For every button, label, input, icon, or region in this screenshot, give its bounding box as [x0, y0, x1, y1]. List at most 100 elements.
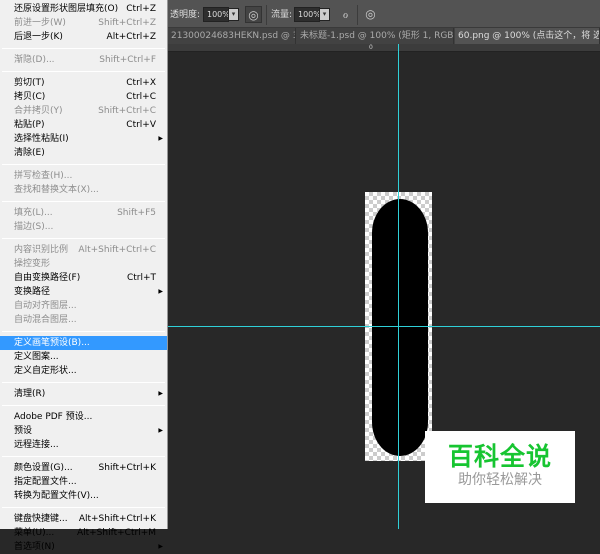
menu-item-label: 清除(E) [14, 148, 45, 158]
menu-item-shortcut: Alt+Shift+Ctrl+M [76, 528, 156, 538]
menu-item[interactable]: 自由变换路径(F) Ctrl+T [0, 271, 167, 285]
tab-document-2[interactable]: 未标题-1.psd @ 100% (矩形 1, RGB/...× [297, 28, 454, 44]
flow-dropdown-button[interactable]: ▾ [319, 8, 330, 21]
menu-item-shortcut: Alt+Ctrl+Z [106, 32, 156, 42]
pressure-opacity-icon[interactable]: ◎ [245, 6, 262, 23]
menu-item[interactable]: 菜单(U)... Alt+Shift+Ctrl+M [0, 526, 167, 540]
menu-item[interactable]: 定义图案... [0, 350, 167, 364]
menu-separator [2, 48, 165, 49]
menu-item-label: 自动混合图层... [14, 315, 77, 325]
menu-item[interactable]: 清除(E) [0, 146, 167, 160]
menu-item[interactable]: 内容识别比例 Alt+Shift+Ctrl+C [0, 243, 167, 257]
menu-item[interactable]: 查找和替换文本(X)... [0, 183, 167, 197]
menu-item[interactable]: 变换路径 ▶ [0, 285, 167, 299]
menu-item-label: 剪切(T) [14, 78, 45, 88]
opacity-label: 透明度: [170, 10, 201, 20]
menu-item-shortcut: Ctrl+T [126, 273, 156, 283]
menu-item[interactable]: 拷贝(C) Ctrl+C [0, 90, 167, 104]
menu-item-label: 自动对齐图层... [14, 301, 77, 311]
menu-separator [2, 382, 165, 383]
menu-item[interactable]: 远程连接... [0, 438, 167, 452]
edit-menu: 还原设置形状图层填充(O) Ctrl+Z 前进一步(W) Shift+Ctrl+Z 后退… [0, 0, 168, 552]
airbrush-icon[interactable]: ℴ [337, 6, 354, 23]
menu-item[interactable]: Adobe PDF 预设... [0, 410, 167, 424]
menu-item[interactable]: 前进一步(W) Shift+Ctrl+Z [0, 16, 167, 30]
menu-item-label: 还原设置形状图层填充(O) [14, 4, 119, 14]
menu-item[interactable]: 还原设置形状图层填充(O) Ctrl+Z [0, 2, 167, 16]
menu-item[interactable]: 指定配置文件... [0, 475, 167, 489]
menu-item[interactable]: 粘贴(P) Ctrl+V [0, 118, 167, 132]
horizontal-guide[interactable] [168, 326, 600, 327]
menu-item-label: 合并拷贝(Y) [14, 106, 63, 116]
menu-item-shortcut: Alt+Shift+Ctrl+C [78, 245, 156, 255]
menu-item-label: 粘贴(P) [14, 120, 45, 130]
menu-item-label: 菜单(U)... [14, 528, 55, 538]
menu-item[interactable]: 剪切(T) Ctrl+X [0, 76, 167, 90]
menu-item-label: 定义自定形状... [14, 366, 77, 376]
menu-item[interactable]: 后退一步(K) Alt+Ctrl+Z [0, 30, 167, 44]
menu-item-label: 指定配置文件... [14, 477, 77, 487]
menu-item-shortcut: Shift+Ctrl+F [99, 55, 156, 65]
menu-item-shortcut: Ctrl+Z [126, 4, 156, 14]
menu-item[interactable]: 选择性粘贴(I) ▶ [0, 132, 167, 146]
flow-label: 流量: [271, 10, 293, 20]
menu-item[interactable]: 定义画笔预设(B)... [0, 336, 167, 350]
menu-item-shortcut: Ctrl+V [126, 120, 156, 130]
menu-item[interactable]: 清理(R) ▶ [0, 387, 167, 401]
rounded-rectangle-shape[interactable] [372, 199, 428, 456]
menu-separator [2, 71, 165, 72]
menu-item[interactable]: 拼写检查(H)... [0, 169, 167, 183]
menu-item[interactable]: 操控变形 [0, 257, 167, 271]
opacity-dropdown-button[interactable]: ▾ [228, 8, 239, 21]
menu-item-label: 首选项(N) [14, 542, 55, 552]
menu-item-shortcut: Ctrl+X [126, 78, 156, 88]
tab-label: 21300024683HEKN.psd @ 3... [171, 31, 296, 41]
menu-item[interactable]: 颜色设置(G)... Shift+Ctrl+K [0, 461, 167, 475]
menu-separator [2, 201, 165, 202]
menu-item-label: 清理(R) [14, 389, 46, 399]
menu-item-label: 颜色设置(G)... [14, 463, 73, 473]
menu-item[interactable]: 预设 ▶ [0, 424, 167, 438]
divider [357, 5, 358, 25]
tab-label: 未标题-1.psd @ 100% (矩形 1, RGB/... [300, 31, 454, 41]
menu-item-label: 自由变换路径(F) [14, 273, 81, 283]
menu-item[interactable]: 自动对齐图层... [0, 299, 167, 313]
pressure-size-icon[interactable]: ◎ [362, 6, 379, 23]
menu-separator [2, 238, 165, 239]
opacity-input[interactable]: 100% [203, 7, 230, 22]
tab-document-3-active[interactable]: 60.png @ 100% (点击这个，将 选区转 [455, 28, 600, 44]
menu-item[interactable]: 转换为配置文件(V)... [0, 489, 167, 503]
ruler-zero-label: 0 [369, 44, 373, 51]
menu-item[interactable]: 合并拷贝(Y) Shift+Ctrl+C [0, 104, 167, 118]
menu-item-label: 定义图案... [14, 352, 59, 362]
menu-item[interactable]: 定义自定形状... [0, 364, 167, 378]
menu-item-label: 填充(L)... [14, 208, 53, 218]
menu-item-label: 键盘快捷键... [14, 514, 68, 524]
menu-separator [2, 164, 165, 165]
menu-item-label: 远程连接... [14, 440, 59, 450]
menu-item-label: 定义画笔预设(B)... [14, 338, 90, 348]
menu-item[interactable]: 渐隐(D)... Shift+Ctrl+F [0, 53, 167, 67]
menu-item[interactable]: 填充(L)... Shift+F5 [0, 206, 167, 220]
watermark-title: 百科全说 [447, 442, 552, 471]
menu-separator [2, 507, 165, 508]
menu-separator [2, 405, 165, 406]
submenu-arrow-icon: ▶ [158, 543, 163, 550]
menu-item[interactable]: 描边(S)... [0, 220, 167, 234]
menu-item[interactable]: 首选项(N) ▶ [0, 540, 167, 554]
watermark-logo: 百科全说 助你轻松解决 [425, 431, 575, 503]
menu-item-shortcut: Shift+F5 [117, 208, 156, 218]
flow-input[interactable]: 100% [294, 7, 321, 22]
tab-label: 60.png @ 100% (点击这个，将 选区转 [458, 31, 599, 41]
menu-item-label: 前进一步(W) [14, 18, 66, 28]
tab-document-1[interactable]: 21300024683HEKN.psd @ 3...× [168, 28, 296, 44]
divider [266, 5, 267, 25]
vertical-guide[interactable] [398, 44, 399, 529]
menu-item-shortcut: Alt+Shift+Ctrl+K [78, 514, 156, 524]
menu-item[interactable]: 自动混合图层... [0, 313, 167, 327]
menu-item-label: 拷贝(C) [14, 92, 46, 102]
menu-separator [2, 456, 165, 457]
menu-separator [2, 331, 165, 332]
menu-item[interactable]: 键盘快捷键... Alt+Shift+Ctrl+K [0, 512, 167, 526]
submenu-arrow-icon: ▶ [158, 135, 163, 142]
